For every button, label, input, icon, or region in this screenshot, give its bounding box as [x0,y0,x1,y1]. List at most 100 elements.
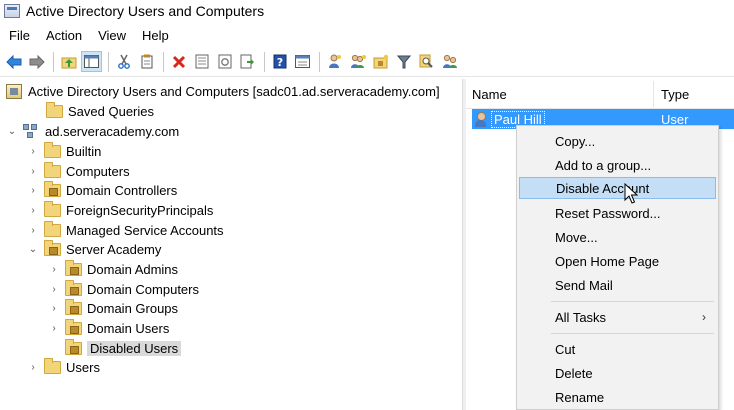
tree-root-label: Active Directory Users and Computers [sa… [28,84,440,99]
delete-icon[interactable] [168,51,189,72]
toolbar-separator [163,51,164,72]
menu-action[interactable]: Action [38,28,90,43]
tree-item-domain-computers[interactable]: › Domain Computers [48,280,199,299]
tree-item-users[interactable]: › Users [27,358,100,377]
show-hide-console-tree-icon[interactable] [81,51,102,72]
chevron-right-icon[interactable]: › [27,166,39,178]
column-header-name[interactable]: Name [472,87,507,102]
tree-item-domain-admins[interactable]: › Domain Admins [48,260,178,279]
menu-item-send-mail[interactable]: Send Mail [519,274,716,296]
new-user-icon[interactable] [324,51,345,72]
forward-arrow-icon[interactable] [26,51,47,72]
menu-item-reset-password[interactable]: Reset Password... [519,202,716,224]
tree-item-label: Domain Controllers [66,183,178,198]
chevron-right-icon[interactable]: › [48,303,60,315]
toolbar-separator [108,51,109,72]
tree-item-disabled-users[interactable]: Disabled Users [65,339,182,358]
menu-help[interactable]: Help [134,28,177,43]
submenu-arrow-icon: › [702,310,706,324]
chevron-right-icon[interactable]: › [27,362,39,374]
ou-folder-icon [65,339,82,355]
window-title: Active Directory Users and Computers [26,3,265,19]
properties-icon[interactable] [191,51,212,72]
folder-icon [44,201,61,217]
mouse-cursor-icon [624,183,638,204]
chevron-right-icon[interactable]: › [48,264,60,276]
menu-bar: File Action View Help [0,24,177,46]
toolbar: ? [0,47,734,77]
ou-folder-icon [65,319,82,335]
menu-item-add-to-group[interactable]: Add to a group... [519,154,716,176]
add-to-group-icon[interactable] [439,51,460,72]
ou-folder-icon [65,260,82,276]
list-header: Name Type [466,79,734,109]
ou-folder-icon [65,299,82,315]
tree-item-label: Builtin [66,144,102,159]
tree-item-label: ForeignSecurityPrincipals [66,203,214,218]
tree-item-foreign-security-principals[interactable]: › ForeignSecurityPrincipals [27,201,213,220]
domain-icon [23,124,39,139]
folder-icon [44,162,61,178]
column-divider[interactable] [653,81,654,107]
up-folder-icon[interactable] [58,51,79,72]
folder-icon [44,142,61,158]
menu-item-delete[interactable]: Delete [519,362,716,384]
chevron-down-icon[interactable]: ⌄ [27,244,39,256]
console-view-icon[interactable] [292,51,313,72]
tree-item-label: Saved Queries [68,104,154,119]
tree-item-computers[interactable]: › Computers [27,162,130,181]
back-arrow-icon[interactable] [3,51,24,72]
menu-item-move[interactable]: Move... [519,226,716,248]
tree-item-domain-groups[interactable]: › Domain Groups [48,299,178,318]
menu-item-open-home-page[interactable]: Open Home Page [519,250,716,272]
toolbar-separator [264,51,265,72]
tree-item-managed-service-accounts[interactable]: › Managed Service Accounts [27,221,224,240]
export-list-icon[interactable] [237,51,258,72]
tree-root[interactable]: Active Directory Users and Computers [sa… [6,82,440,101]
tree-item-label: Users [66,360,100,375]
folder-icon [44,358,61,374]
find-icon[interactable] [416,51,437,72]
column-header-type[interactable]: Type [661,87,689,102]
new-group-icon[interactable] [347,51,368,72]
copy-icon[interactable] [136,51,157,72]
menu-item-all-tasks[interactable]: All Tasks › [519,306,716,328]
menu-item-rename[interactable]: Rename [519,386,716,408]
context-menu: Copy... Add to a group... Disable Accoun… [516,125,719,410]
menu-item-disable-account[interactable]: Disable Account [519,177,716,199]
chevron-right-icon[interactable]: › [27,205,39,217]
chevron-right-icon[interactable]: › [27,225,39,237]
menu-file[interactable]: File [0,28,38,43]
chevron-down-icon[interactable]: ⌄ [6,126,18,138]
help-icon[interactable]: ? [269,51,290,72]
menu-view[interactable]: View [90,28,134,43]
tree-item-label: Disabled Users [87,341,182,356]
ou-folder-icon [65,280,82,296]
tree-item-domain-controllers[interactable]: › Domain Controllers [27,181,177,200]
chevron-right-icon[interactable]: › [27,146,39,158]
cut-icon[interactable] [113,51,134,72]
ou-folder-icon [44,240,61,256]
filter-icon[interactable] [393,51,414,72]
chevron-right-icon[interactable]: › [27,185,39,197]
tree-item-domain-users[interactable]: › Domain Users [48,319,169,338]
user-icon [474,111,488,127]
aduc-root-icon [6,84,22,99]
tree-item-builtin[interactable]: › Builtin [27,142,101,161]
menu-separator [551,301,714,302]
tree-item-label: Managed Service Accounts [66,223,224,238]
toolbar-separator [319,51,320,72]
tree-item-label: Domain Computers [87,282,199,297]
new-ou-icon[interactable] [370,51,391,72]
tree-item-domain[interactable]: ⌄ ad.serveracademy.com [6,122,179,141]
tree-item-label: Server Academy [66,242,162,257]
chevron-right-icon[interactable]: › [48,323,60,335]
title-bar: Active Directory Users and Computers [0,0,734,22]
tree-item-server-academy[interactable]: ⌄ Server Academy [27,240,161,259]
tree-item-label: ad.serveracademy.com [45,124,180,139]
refresh-icon[interactable] [214,51,235,72]
menu-item-copy[interactable]: Copy... [519,130,716,152]
tree-item-saved-queries[interactable]: Saved Queries [46,102,154,121]
chevron-right-icon[interactable]: › [48,284,60,296]
menu-item-cut[interactable]: Cut [519,338,716,360]
